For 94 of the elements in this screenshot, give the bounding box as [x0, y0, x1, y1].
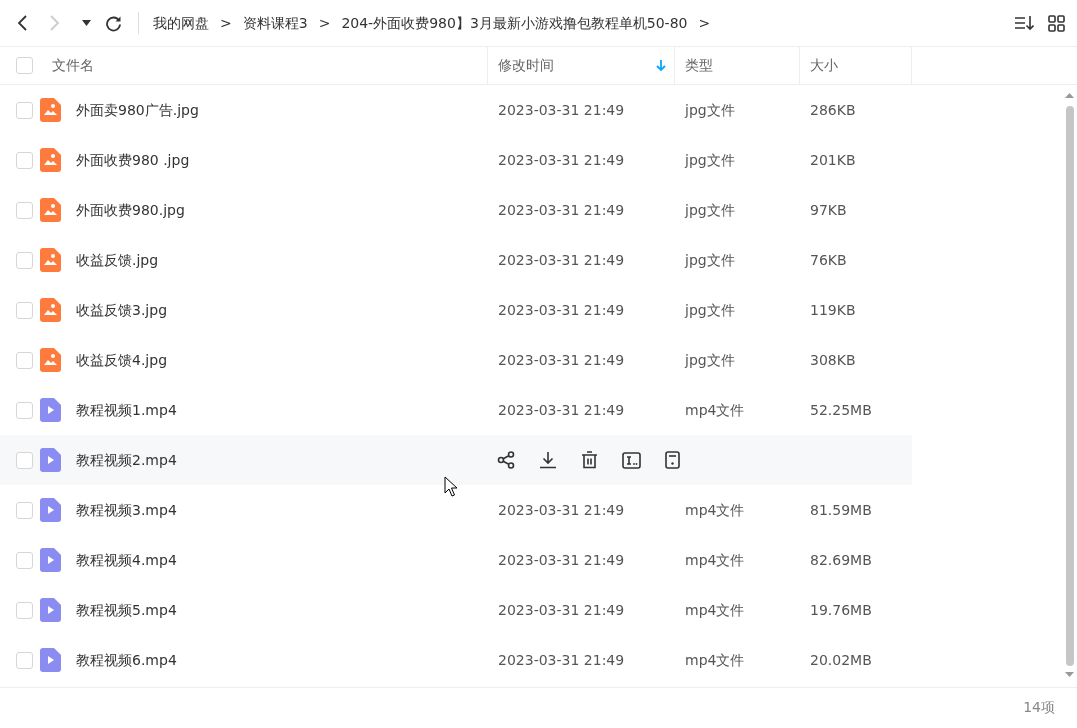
file-size: 119KB [809, 300, 857, 320]
breadcrumb-separator: > [220, 13, 232, 33]
column-header[interactable]: 类型 [685, 55, 713, 76]
breadcrumb-link[interactable]: 204-外面收费980】3月最新小游戏撸包教程单机50-80 [341, 12, 688, 34]
file-type: mp4文件 [684, 600, 746, 620]
file-type: jpg文件 [683, 100, 736, 120]
file-type: jpg文件 [683, 150, 736, 170]
row-checkbox[interactable] [15, 351, 33, 369]
video-file-icon [40, 498, 61, 522]
more-button[interactable] [665, 451, 680, 469]
row-checkbox[interactable] [15, 651, 33, 669]
row-checkbox[interactable] [15, 501, 33, 519]
grid-view-button[interactable] [1048, 14, 1065, 32]
column-header[interactable]: 大小 [810, 55, 838, 76]
row-checkbox[interactable] [15, 101, 33, 119]
file-name[interactable]: 教程视频5.mp4 [76, 599, 177, 621]
file-type: jpg文件 [683, 250, 736, 270]
file-size: 97KB [809, 200, 848, 220]
file-size: 52.25MB [809, 400, 873, 420]
file-size: 19.76MB [809, 600, 873, 620]
video-file-icon [40, 548, 61, 572]
file-name[interactable]: 教程视频1.mp4 [76, 399, 177, 421]
modified-time: 2023-03-31 21:49 [497, 150, 626, 170]
mouse-cursor-icon [444, 476, 457, 497]
row-checkbox[interactable] [15, 451, 33, 469]
modified-time: 2023-03-31 21:49 [497, 550, 626, 570]
file-type: mp4文件 [684, 400, 746, 420]
modified-time: 2023-03-31 21:49 [497, 250, 626, 270]
breadcrumb-link[interactable]: 资料课程3 [242, 12, 308, 34]
file-name[interactable]: 外面收费980.jpg [76, 199, 185, 221]
file-type: jpg文件 [683, 200, 736, 220]
column-header[interactable]: 文件名 [52, 55, 94, 76]
file-size: 81.59MB [809, 500, 873, 520]
share-button[interactable] [497, 451, 515, 469]
modified-time: 2023-03-31 21:49 [497, 400, 626, 420]
row-checkbox[interactable] [15, 301, 33, 319]
trash-button[interactable] [581, 451, 598, 469]
file-size: 82.69MB [809, 550, 873, 570]
file-name[interactable]: 教程视频6.mp4 [76, 649, 177, 671]
image-file-icon [40, 298, 61, 322]
file-size: 20.02MB [809, 650, 873, 670]
file-size: 76KB [809, 250, 848, 270]
image-file-icon [40, 348, 61, 372]
file-type: jpg文件 [683, 350, 736, 370]
breadcrumb-link[interactable]: 我的网盘 [153, 12, 209, 34]
select-all-checkbox[interactable] [15, 57, 33, 74]
row-checkbox[interactable] [15, 551, 33, 569]
download-button[interactable] [539, 451, 557, 469]
image-file-icon [40, 148, 61, 172]
sort-descending-icon [656, 59, 666, 72]
file-name[interactable]: 外面卖980广告.jpg [76, 99, 199, 121]
file-size: 308KB [809, 350, 857, 370]
modified-time: 2023-03-31 21:49 [497, 350, 626, 370]
item-count: 14项 [1023, 698, 1055, 717]
column-header[interactable]: 修改时间 [498, 55, 554, 76]
row-highlight[interactable]: 教程视频2.mp4 [0, 435, 912, 485]
modified-time: 2023-03-31 21:49 [497, 500, 626, 520]
file-name[interactable]: 收益反馈4.jpg [76, 349, 168, 371]
modified-time: 2023-03-31 21:49 [497, 300, 626, 320]
file-type: jpg文件 [683, 300, 736, 320]
file-size: 201KB [809, 150, 857, 170]
dropdown-button[interactable] [82, 20, 91, 26]
file-name[interactable]: 教程视频3.mp4 [76, 499, 177, 521]
file-name[interactable]: 收益反馈.jpg [76, 249, 159, 271]
file-name[interactable]: 教程视频2.mp4 [76, 449, 177, 471]
row-checkbox[interactable] [15, 151, 33, 169]
breadcrumb-separator: > [698, 13, 711, 33]
row-checkbox[interactable] [15, 601, 33, 619]
row-checkbox[interactable] [15, 201, 33, 219]
sort-button[interactable] [1014, 15, 1034, 31]
row-checkbox[interactable] [15, 251, 33, 269]
file-type: mp4文件 [684, 550, 746, 570]
row-checkbox[interactable] [15, 401, 33, 419]
image-file-icon [40, 198, 61, 222]
file-type: mp4文件 [684, 650, 746, 670]
video-file-icon [40, 598, 61, 622]
video-file-icon [40, 448, 61, 472]
file-name[interactable]: 外面收费980 .jpg [76, 149, 190, 171]
refresh-button[interactable] [105, 14, 122, 32]
image-file-icon [40, 248, 61, 272]
back-button[interactable] [16, 14, 28, 32]
image-file-icon [40, 98, 61, 122]
file-name[interactable]: 教程视频4.mp4 [76, 549, 177, 571]
modified-time: 2023-03-31 21:49 [497, 650, 626, 670]
breadcrumb-separator: > [318, 13, 331, 33]
modified-time: 2023-03-31 21:49 [497, 600, 626, 620]
video-file-icon [40, 648, 61, 672]
video-file-icon [40, 398, 61, 422]
rename-button[interactable] [622, 451, 641, 469]
file-name[interactable]: 收益反馈3.jpg [76, 299, 168, 321]
modified-time: 2023-03-31 21:49 [497, 100, 626, 120]
modified-time: 2023-03-31 21:49 [497, 200, 626, 220]
file-size: 286KB [809, 100, 857, 120]
file-type: mp4文件 [684, 500, 746, 520]
